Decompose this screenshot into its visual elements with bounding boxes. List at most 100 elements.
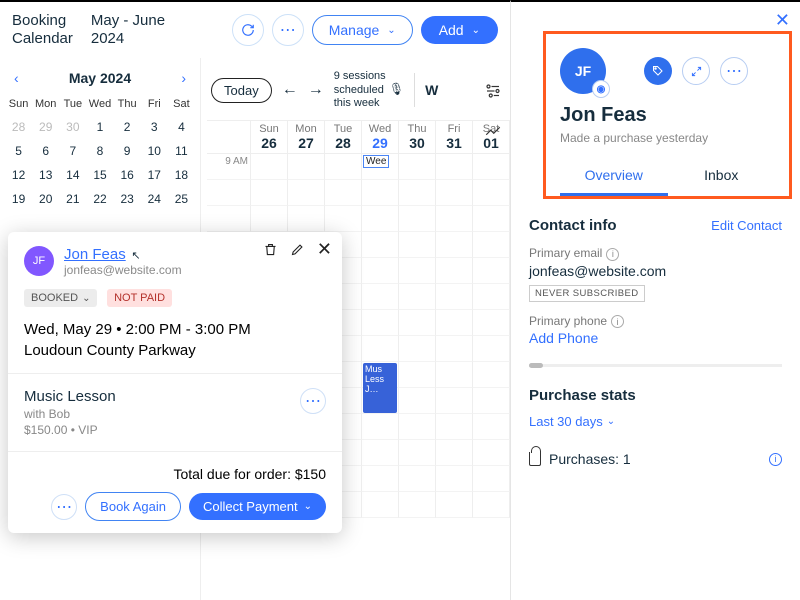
mini-day[interactable]: 29: [33, 120, 58, 134]
bag-icon: [529, 452, 541, 466]
edit-contact-link[interactable]: Edit Contact: [711, 218, 782, 233]
book-again-button[interactable]: Book Again: [85, 492, 181, 521]
mini-day[interactable]: 30: [60, 120, 85, 134]
mini-dow: Wed: [87, 98, 112, 110]
mini-day[interactable]: 15: [87, 168, 112, 182]
next-week-button[interactable]: →: [308, 81, 324, 99]
contact-more-button[interactable]: [720, 57, 748, 85]
mini-day[interactable]: 24: [142, 192, 167, 206]
week-day-header[interactable]: Fri31: [436, 121, 473, 154]
refresh-icon: [241, 23, 255, 37]
today-button[interactable]: Today: [211, 78, 272, 103]
week-day-header[interactable]: Mon27: [288, 121, 325, 154]
service-price: $150.00 • VIP: [24, 423, 116, 437]
status-booked-chip[interactable]: BOOKED⌄: [24, 289, 97, 307]
primary-phone-label: Primary phonei: [529, 314, 782, 329]
order-total: Total due for order: $150: [24, 466, 326, 482]
purchase-stats-section: Purchase stats Last 30 days⌄ Purchases: …: [511, 373, 800, 467]
customer-email: jonfeas@website.com: [64, 263, 182, 277]
week-day-header[interactable]: Thu30: [399, 121, 436, 154]
date-range-l1: May - June: [91, 12, 165, 30]
mini-day[interactable]: 2: [115, 120, 140, 134]
mini-day[interactable]: 18: [169, 168, 194, 182]
expand-button[interactable]: [682, 57, 710, 85]
mini-day[interactable]: 20: [33, 192, 58, 206]
customer-avatar: JF: [24, 246, 54, 276]
app-title: Booking Calendar: [12, 12, 73, 48]
week-day-header[interactable]: Tue28: [325, 121, 362, 154]
mini-day[interactable]: 6: [33, 144, 58, 158]
mini-day[interactable]: 4: [169, 120, 194, 134]
mini-day[interactable]: 23: [115, 192, 140, 206]
info-icon[interactable]: i: [606, 248, 619, 261]
add-label: Add: [439, 22, 464, 38]
service-staff: with Bob: [24, 407, 116, 421]
view-mode-toggle[interactable]: W: [425, 82, 438, 98]
edit-icon[interactable]: [290, 242, 305, 257]
collect-payment-button[interactable]: Collect Payment ⌄: [189, 493, 326, 520]
info-icon[interactable]: i: [611, 315, 624, 328]
chevron-down-icon: ⌄: [304, 501, 312, 512]
week-day-header[interactable]: Wed29: [362, 121, 399, 154]
contact-panel: ✕ JF ◉ Jon Feas Made a purchase yesterda…: [510, 0, 800, 600]
customer-name-link[interactable]: Jon Feas: [64, 246, 126, 263]
mini-dow: Fri: [142, 98, 167, 110]
camera-icon[interactable]: ◉: [592, 80, 610, 98]
mini-day[interactable]: 25: [169, 192, 194, 206]
mini-day[interactable]: 5: [6, 144, 31, 158]
tab-overview[interactable]: Overview: [560, 167, 668, 196]
tab-inbox[interactable]: Inbox: [668, 167, 776, 196]
hour-9am: 9 AM: [207, 154, 251, 180]
popover-more-button[interactable]: [51, 494, 77, 520]
mini-day[interactable]: 13: [33, 168, 58, 182]
mini-day[interactable]: 8: [87, 144, 112, 158]
week-day-header[interactable]: Sun26: [251, 121, 288, 154]
mini-dow: Sat: [169, 98, 194, 110]
right-rail-icons: [484, 82, 502, 140]
tag-button[interactable]: [644, 57, 672, 85]
mini-day[interactable]: 22: [87, 192, 112, 206]
mini-day[interactable]: 9: [115, 144, 140, 158]
purchase-range-dropdown[interactable]: Last 30 days⌄: [529, 414, 782, 429]
manage-button[interactable]: Manage ⌄: [312, 15, 413, 45]
contact-header-highlight: JF ◉ Jon Feas Made a purchase yesterday …: [543, 31, 792, 199]
filter-icon[interactable]: [484, 82, 502, 100]
mini-day[interactable]: 1: [87, 120, 112, 134]
chevron-down-icon: ⌄: [387, 25, 395, 36]
more-button[interactable]: [272, 14, 304, 46]
mini-day[interactable]: 3: [142, 120, 167, 134]
mini-day[interactable]: 19: [6, 192, 31, 206]
primary-email-label: Primary emaili: [529, 246, 782, 261]
add-phone-link[interactable]: Add Phone: [529, 330, 782, 346]
mini-day[interactable]: 17: [142, 168, 167, 182]
close-icon[interactable]: ✕: [317, 242, 332, 257]
refresh-button[interactable]: [232, 14, 264, 46]
mini-day[interactable]: 28: [6, 120, 31, 134]
chart-icon[interactable]: [484, 122, 502, 140]
manage-label: Manage: [329, 22, 380, 38]
mini-dow: Tue: [60, 98, 85, 110]
mini-day[interactable]: 11: [169, 144, 194, 158]
mini-day[interactable]: 21: [60, 192, 85, 206]
sessions-summary: 9 sessions scheduled 🎙 this week: [334, 70, 404, 110]
next-month-button[interactable]: ›: [181, 70, 186, 86]
prev-month-button[interactable]: ‹: [14, 70, 19, 86]
contact-subtitle: Made a purchase yesterday: [560, 131, 775, 145]
mini-day[interactable]: 7: [60, 144, 85, 158]
top-bar: Booking Calendar May - June 2024 Manage …: [0, 2, 510, 58]
chevron-down-icon: ⌄: [82, 293, 90, 304]
mini-day[interactable]: 10: [142, 144, 167, 158]
delete-icon[interactable]: [263, 242, 278, 257]
info-icon[interactable]: i: [769, 453, 782, 466]
mini-dow: Sun: [6, 98, 31, 110]
section-scrollbar[interactable]: [529, 364, 782, 367]
close-panel-button[interactable]: ✕: [775, 10, 790, 31]
mini-day[interactable]: 14: [60, 168, 85, 182]
add-button[interactable]: Add ⌄: [421, 16, 498, 44]
mini-day[interactable]: 12: [6, 168, 31, 182]
prev-week-button[interactable]: ←: [282, 81, 298, 99]
mini-day[interactable]: 16: [115, 168, 140, 182]
chevron-down-icon: ⌄: [472, 25, 480, 36]
service-more-button[interactable]: [300, 388, 326, 414]
mini-dow: Thu: [115, 98, 140, 110]
